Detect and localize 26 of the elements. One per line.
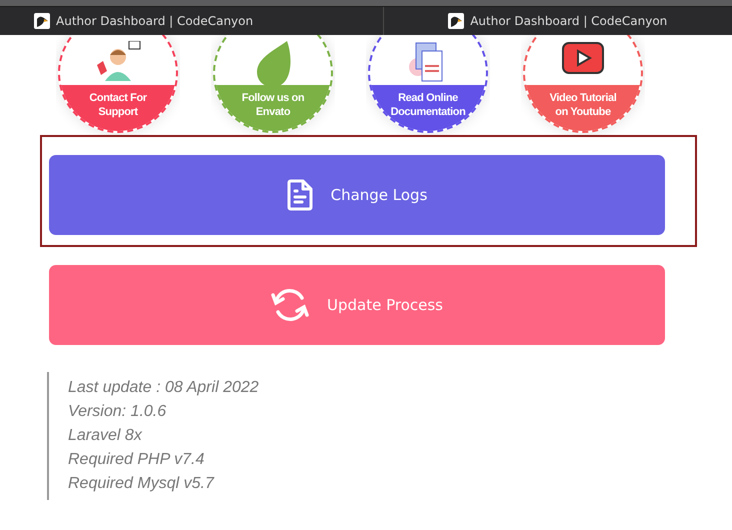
badge-label: Contact For <box>89 91 147 105</box>
video-play-icon <box>561 41 605 75</box>
badge-label: Envato <box>256 105 290 119</box>
update-button[interactable]: Update Process <box>49 265 665 345</box>
note-line: Required Mysql v5.7 <box>68 474 216 494</box>
bird-icon <box>34 13 50 29</box>
bird-icon <box>448 13 464 29</box>
support-agent-icon <box>95 41 141 81</box>
badge-label: Read Online <box>398 91 458 105</box>
note-line: Laravel 8x <box>68 426 144 446</box>
badge-link[interactable]: Follow us on Envato <box>211 35 335 135</box>
badge-link[interactable]: Video Tutorial on Youtube <box>521 35 645 135</box>
badge-label: Documentation <box>390 105 466 119</box>
note-line: Version: 1.0.6 <box>68 402 168 422</box>
badge-link[interactable]: Read Online Documentation <box>366 35 490 135</box>
browser-tab[interactable]: Author Dashboard | CodeCanyon <box>0 7 382 35</box>
badge-label: Video Tutorial <box>550 91 616 105</box>
note-line: Last update : 08 April 2022 <box>68 378 260 398</box>
refresh-icon <box>271 287 309 323</box>
badge-label: on Youtube <box>555 105 611 119</box>
document-icon <box>286 179 313 211</box>
note-line: Required PHP v7.4 <box>68 450 206 470</box>
badge-label: Follow us on <box>242 91 304 105</box>
changelog-button[interactable]: Change Logs <box>49 155 665 235</box>
badge-link[interactable]: Contact For Support <box>56 35 180 135</box>
badge-label: Support <box>98 105 138 119</box>
